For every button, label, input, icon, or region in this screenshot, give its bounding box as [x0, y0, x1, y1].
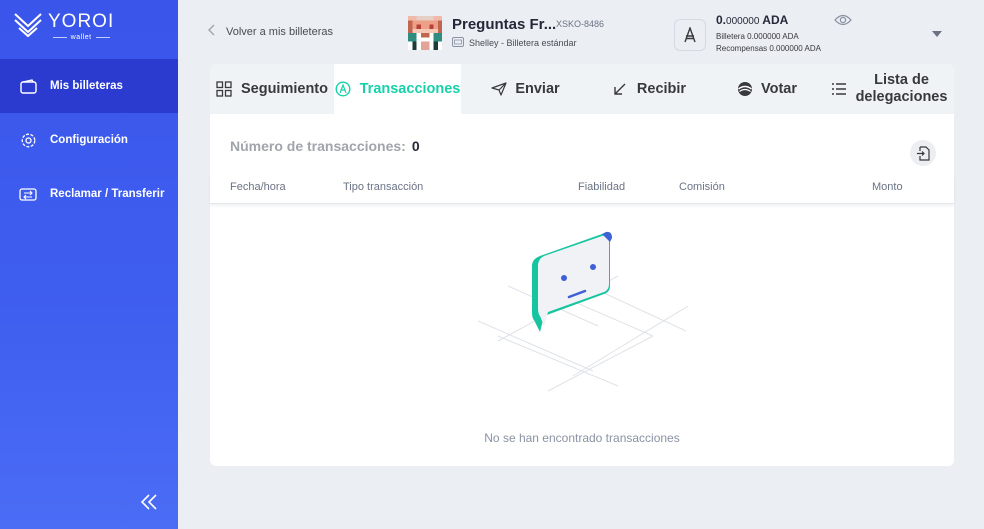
ada-circle-icon	[335, 81, 352, 98]
transaction-count-label: Número de transacciones:	[230, 138, 406, 154]
wallet-name: Preguntas Fr...	[452, 16, 557, 33]
tab-receive[interactable]: Recibir	[589, 64, 709, 114]
balance-integer: 0.	[716, 13, 727, 27]
wallet-icon	[19, 77, 37, 95]
rewards-balance: Recompensas 0.000000 ADA	[716, 44, 821, 53]
tab-delegation-list[interactable]: Lista de delegaciones	[824, 64, 954, 114]
balance-unit: ADA	[762, 13, 789, 27]
transfer-icon	[19, 185, 37, 203]
gear-icon	[19, 131, 37, 149]
tab-send[interactable]: Enviar	[461, 64, 589, 114]
logo-subtitle: wallet	[53, 34, 110, 41]
tab-summary[interactable]: Seguimiento	[210, 64, 334, 114]
yoroi-logo[interactable]: YOROI wallet	[14, 12, 114, 41]
back-label: Volver a mis billeteras	[226, 25, 333, 38]
sidebar-item-label: Reclamar / Transferir	[50, 188, 165, 200]
empty-chat-illustration	[478, 231, 688, 392]
chevron-down-icon[interactable]	[930, 29, 944, 39]
transaction-count: Número de transacciones: 0	[230, 138, 420, 154]
tab-label: Recibir	[636, 81, 687, 97]
tab-label: Lista de delegaciones	[856, 72, 948, 106]
column-type: Tipo transacción	[343, 181, 424, 193]
total-balance: 0.000000 ADA	[716, 13, 788, 27]
card-icon	[452, 37, 464, 49]
receive-icon	[612, 81, 629, 98]
sidebar-item-label: Configuración	[50, 134, 128, 146]
balance-decimals: 000000	[726, 16, 760, 27]
vote-icon	[736, 81, 753, 98]
tab-transactions[interactable]: Transacciones	[334, 64, 461, 114]
sidebar-nav: Mis billeteras Configuración Reclamar / …	[0, 59, 178, 221]
tab-label: Transacciones	[359, 81, 461, 97]
column-datetime: Fecha/hora	[230, 181, 286, 193]
back-to-wallets-link[interactable]: Volver a mis billeteras	[208, 24, 333, 39]
wallet-tabs: Seguimiento Transacciones Enviar Recibir…	[210, 64, 954, 114]
yoroi-logo-icon	[14, 13, 42, 38]
wallet-type-label: Shelley - Billetera estándar	[469, 38, 577, 48]
table-header: Fecha/hora Tipo transacción Fiabilidad C…	[210, 174, 954, 204]
logo-name: YOROI	[48, 11, 115, 32]
wallet-plate: XSKO-8486	[556, 19, 605, 29]
wallet-balance: Billetera 0.000000 ADA	[716, 32, 799, 41]
export-icon	[917, 145, 930, 161]
wallet-type: Shelley - Billetera estándar	[452, 37, 577, 49]
sidebar-item-settings[interactable]: Configuración	[0, 113, 178, 167]
tab-label: Enviar	[515, 81, 560, 97]
tab-label-line2: delegaciones	[855, 89, 948, 105]
empty-state-text: No se han encontrado transacciones	[484, 431, 680, 445]
sidebar: YOROI wallet Mis billeteras Configuració…	[0, 0, 178, 529]
chevron-left-icon	[208, 24, 216, 39]
column-fee: Comisión	[679, 181, 725, 193]
sidebar-item-label: Mis billeteras	[50, 80, 123, 92]
wallet-avatar	[408, 16, 442, 50]
tab-label: Seguimiento	[240, 81, 328, 97]
send-icon	[490, 81, 507, 98]
column-reliability: Fiabilidad	[578, 181, 626, 193]
tab-label-line1: Lista de	[874, 72, 929, 88]
list-icon	[831, 81, 848, 98]
eye-icon[interactable]	[834, 13, 852, 27]
transactions-card: Número de transacciones: 0 Fecha/hora Tip…	[210, 114, 954, 466]
sidebar-item-wallets[interactable]: Mis billeteras	[0, 59, 178, 113]
double-chevron-left-icon[interactable]	[140, 493, 160, 513]
tab-label: Votar	[761, 81, 797, 97]
tab-vote[interactable]: Votar	[709, 64, 824, 114]
ada-symbol-icon	[674, 19, 706, 51]
transaction-count-value: 0	[411, 138, 420, 154]
column-amount: Monto	[872, 181, 903, 193]
export-button[interactable]	[910, 140, 936, 166]
sidebar-item-transfer[interactable]: Reclamar / Transferir	[0, 167, 178, 221]
dashboard-icon	[216, 81, 233, 98]
